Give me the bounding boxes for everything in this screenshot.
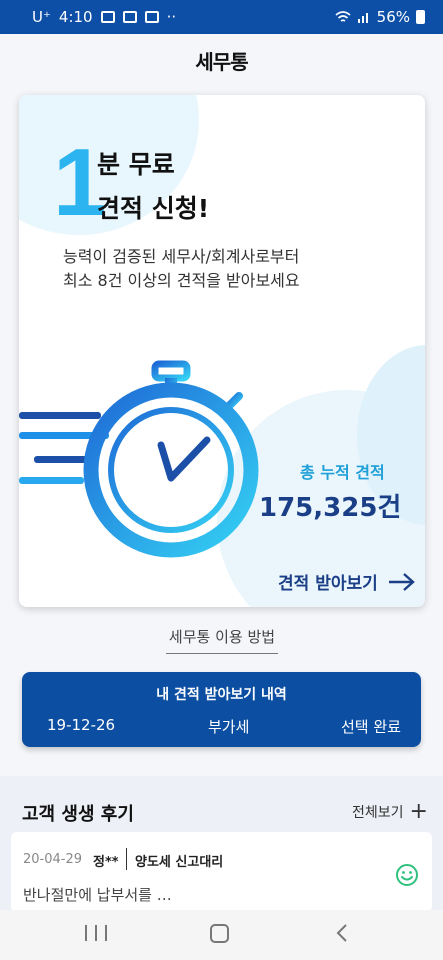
total-estimates-label: 총 누적 견적 [300,463,385,482]
youtube-notification-icon [122,11,137,23]
app-logo: 세무통 [195,49,248,74]
back-chevron-icon [336,924,347,942]
battery-icon [416,10,425,24]
wifi-icon [335,11,351,22]
reviews-section: 고객 생생 후기 전체보기 + 20-04-29 정** 양도세 신고대리 반나… [0,776,443,912]
battery-percent: 56% [376,8,410,26]
arrow-right-icon [388,572,415,591]
total-estimates-value: 175,325건 [259,493,402,523]
review-text: 반나절만에 납부서를 … [23,886,172,904]
estimate-type: 부가세 [208,718,250,736]
more-notifications-icon: ·· [166,8,177,26]
hero-title-line2: 견적 신청! [97,194,210,223]
how-to-use-link[interactable]: 세무통 이용 방법 [166,626,278,654]
app-header: 세무통 [0,34,443,86]
signal-icon [357,13,368,23]
clock: 4:10 [58,8,93,26]
hero-description-line1: 능력이 검증된 세무사/회계사로부터 [63,247,300,266]
smile-icon [396,864,418,886]
estimate-history-card[interactable]: 내 견적 받아보기 내역 19-12-26 부가세 선택 완료 [22,672,421,747]
image-notification-icon [100,11,115,23]
get-estimate-button[interactable]: 견적 받아보기 [278,569,416,594]
see-all-reviews-button[interactable]: 전체보기 + [352,799,428,824]
mail-notification-icon [144,11,159,23]
review-card[interactable]: 20-04-29 정** 양도세 신고대리 반나절만에 납부서를 … [11,832,432,912]
hero-title-line1: 분 무료 [97,150,175,179]
back-button[interactable] [335,922,349,950]
plus-icon: + [409,799,428,824]
status-bar: U⁺ 4:10 ·· 56% [0,0,443,34]
hero-description-line2: 최소 8건 이상의 견적을 받아보세요 [63,271,300,290]
hero-card[interactable]: 1 분 무료 견적 신청! 능력이 검증된 세무사/회계사로부터 최소 8건 이… [19,95,425,607]
home-button[interactable] [210,924,229,943]
reviews-title: 고객 생생 후기 [22,804,134,825]
system-navigation-bar [0,910,443,960]
see-all-label: 전체보기 [352,805,404,821]
review-author: 정** [93,855,119,870]
estimate-date: 19-12-26 [47,716,116,734]
carrier-label: U⁺ [32,8,51,26]
get-estimate-label: 견적 받아보기 [278,574,378,594]
review-date: 20-04-29 [23,852,83,867]
divider [126,848,127,870]
stopwatch-icon [19,360,259,558]
estimate-status: 선택 완료 [341,718,401,736]
recent-apps-button[interactable] [85,925,107,943]
review-category: 양도세 신고대리 [135,855,224,870]
estimate-history-title: 내 견적 받아보기 내역 [156,687,287,703]
